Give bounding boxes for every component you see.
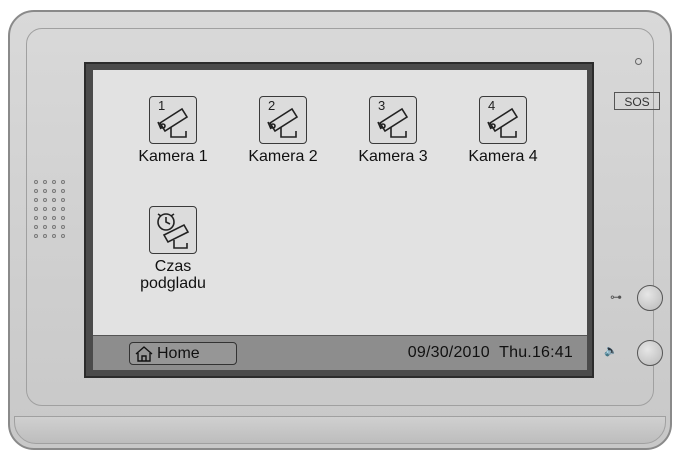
speaker-hole [34, 180, 38, 184]
speaker-hole [43, 216, 47, 220]
speaker-hole [43, 189, 47, 193]
key-icon: ⊶ [610, 290, 622, 304]
tile-label: Kamera 4 [468, 148, 538, 165]
screen: 1 Kamera 1 2 Kamera 2 3 Kamera 3 4 Kamer… [93, 70, 587, 370]
home-button[interactable]: Home [129, 342, 237, 365]
speaker-hole [43, 180, 47, 184]
speaker-hole [34, 225, 38, 229]
home-label: Home [157, 344, 200, 362]
home-icon [134, 345, 154, 363]
speaker-hole [61, 207, 65, 211]
unlock-button[interactable] [637, 285, 663, 311]
tile-kamera-1[interactable]: 1 Kamera 1 [123, 96, 223, 165]
tile-kamera-3[interactable]: 3 Kamera 3 [343, 96, 443, 165]
camera-icon: 1 [149, 96, 197, 144]
speaker-hole [52, 198, 56, 202]
speaker-hole [43, 234, 47, 238]
sos-button[interactable]: SOS [614, 92, 660, 110]
date-text: 09/30/2010 [407, 344, 490, 361]
speaker-hole [52, 225, 56, 229]
speaker-hole [34, 198, 38, 202]
tile-label: Kamera 2 [248, 148, 318, 165]
camera-icon: 4 [479, 96, 527, 144]
speaker-hole [61, 189, 65, 193]
status-bar: Home 09/30/2010 Thu.16:41 [93, 335, 587, 370]
speaker-hole [61, 216, 65, 220]
speaker-hole [34, 207, 38, 211]
speaker-hole [43, 207, 47, 211]
tile-label-line1: Czas [154, 258, 192, 275]
speaker-hole [61, 198, 65, 202]
device-bottom-lip [14, 416, 666, 444]
tile-label: Kamera 1 [138, 148, 208, 165]
camera-icon: 3 [369, 96, 417, 144]
speaker-hole [52, 207, 56, 211]
alarm-clock-icon [149, 206, 197, 254]
camera-icon: 2 [259, 96, 307, 144]
tile-czas-podgladu[interactable]: Czas podgladu [123, 206, 223, 292]
talk-button[interactable] [637, 340, 663, 366]
speaker-hole [61, 234, 65, 238]
speaker-hole [43, 198, 47, 202]
speaker-hole [43, 225, 47, 229]
speaker-hole [61, 180, 65, 184]
speaker-hole [52, 180, 56, 184]
speaker-hole [34, 189, 38, 193]
speaker-hole [34, 234, 38, 238]
speaker-hole [34, 216, 38, 220]
tile-label-line2: podgladu [140, 275, 206, 292]
speaker-hole [61, 225, 65, 229]
tile-kamera-4[interactable]: 4 Kamera 4 [453, 96, 553, 165]
tile-label: Kamera 3 [358, 148, 428, 165]
tile-kamera-2[interactable]: 2 Kamera 2 [233, 96, 333, 165]
speaker-grille [34, 180, 70, 250]
speaker-hole [52, 189, 56, 193]
speaker-icon: 🔈 [604, 345, 618, 357]
time-text: Thu.16:41 [499, 344, 573, 361]
speaker-hole [52, 216, 56, 220]
status-led [635, 58, 642, 65]
datetime-readout: 09/30/2010 Thu.16:41 [408, 344, 573, 362]
camera-menu: 1 Kamera 1 2 Kamera 2 3 Kamera 3 4 Kamer… [93, 70, 587, 330]
speaker-hole [52, 234, 56, 238]
